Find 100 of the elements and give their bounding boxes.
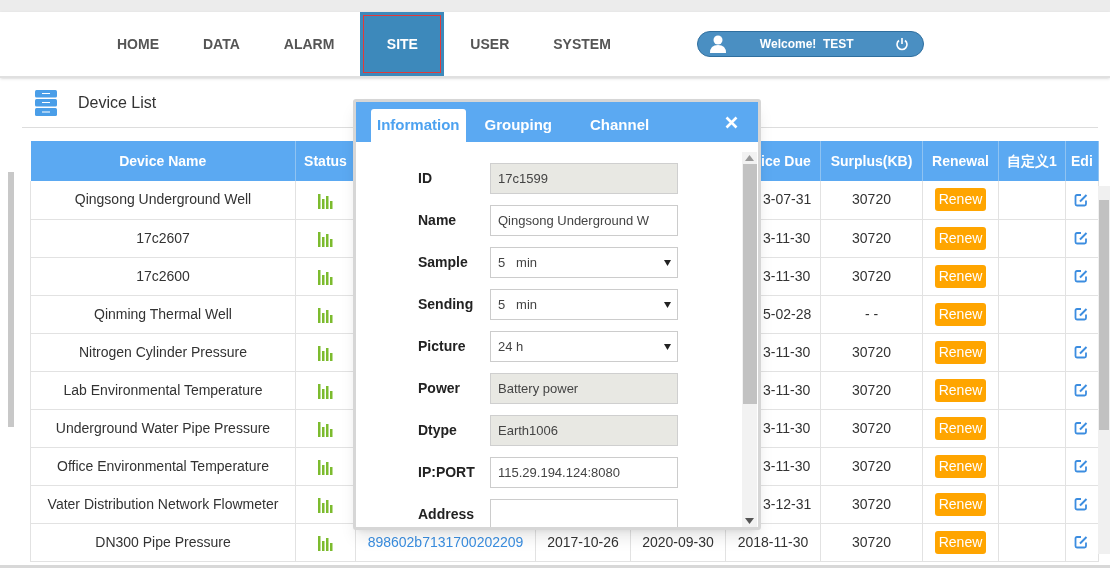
device-name: Qingsong Underground Well [74,191,252,208]
dialog-scrollbar[interactable] [742,152,757,527]
device-name: 17c2607 [136,229,190,246]
select-field[interactable]: 24 h [490,331,678,362]
renew-button[interactable]: Renew [934,188,987,212]
column-header: ice Due [761,152,811,169]
user-icon [709,35,726,53]
device-name: Qinming Thermal Well [94,305,232,322]
select-field[interactable]: 5 min [490,289,678,320]
renew-button[interactable]: Renew [934,340,987,364]
sim-number: 898602b7131700202209 [367,533,524,550]
device-name: 17c2600 [136,267,190,284]
input-field[interactable] [490,499,678,527]
horizontal-scrollbar[interactable] [0,565,1110,568]
nav-tab[interactable]: SITE [360,12,445,76]
field-label: Dtype [418,421,458,440]
nav-tab[interactable]: ALARM [261,12,357,76]
edit-icon[interactable] [1074,535,1088,549]
column-header: Edi [1071,152,1093,169]
input-field: 17c1599 [490,163,678,194]
edit-icon[interactable] [1074,307,1088,321]
field-label: IP:PORT [418,463,476,482]
renew-button[interactable]: Renew [934,492,987,516]
date-text: 3-11-30 [763,343,811,360]
renew-button[interactable]: Renew [934,264,987,288]
dropdown-arrow-icon [664,259,671,266]
field-label: Sample [418,253,469,272]
nav-tab[interactable]: DATA [181,12,262,76]
dialog-tab[interactable]: Grouping [475,109,561,142]
surplus-value: 30720 [852,343,891,360]
field-label: Sending [418,295,475,314]
bar-chart-icon[interactable] [318,458,333,475]
date-text: 3-11-30 [763,267,811,284]
bar-chart-icon[interactable] [318,534,333,551]
device-name: Vater Distribution Network Flowmeter [47,495,279,512]
nav-tab[interactable]: SYSTEM [531,12,633,76]
edit-icon[interactable] [1074,497,1088,511]
field-label: Power [418,379,461,398]
surplus-value: 30720 [852,191,891,208]
date-text: 3-12-31 [763,495,812,512]
renew-button[interactable]: Renew [934,226,987,250]
renew-button[interactable]: Renew [934,416,987,440]
renew-button[interactable]: Renew [934,530,987,554]
renew-button[interactable]: Renew [934,302,987,326]
welcome-text: Welcome! TEST [759,36,854,53]
column-header: 自定义1 [1007,152,1057,169]
column-header: Status [304,152,347,169]
surplus-value: - - [864,305,879,322]
date-text: 3-11-30 [763,419,811,436]
bar-chart-icon[interactable] [318,382,333,399]
surplus-value: 30720 [852,495,891,512]
surplus-value: 30720 [852,419,891,436]
bar-chart-icon[interactable] [318,344,333,361]
dialog-tab[interactable]: Information [371,109,466,142]
date-text: 3-11-30 [763,381,811,398]
bar-chart-icon[interactable] [318,192,333,209]
bar-chart-icon[interactable] [318,420,333,437]
field-label: Address [418,505,476,524]
input-field[interactable]: 115.29.194.124:8080 [490,457,678,488]
bar-chart-icon[interactable] [318,306,333,323]
input-field: Earth1006 [490,415,678,446]
input-field: Battery power [490,373,678,404]
device-name: Lab Environmental Temperature [63,381,263,398]
surplus-value: 30720 [852,267,891,284]
dialog-tab[interactable]: Channel [581,109,659,142]
column-header: Surplus(KB) [830,152,913,169]
nav-tab[interactable]: USER [448,12,532,76]
edit-icon[interactable] [1074,459,1088,473]
bar-chart-icon[interactable] [318,230,333,247]
input-field[interactable]: Qingsong Underground W [490,205,678,236]
renew-button[interactable]: Renew [934,378,987,402]
edit-icon[interactable] [1074,269,1088,283]
select-field[interactable]: 5 min [490,247,678,278]
date-text: 2018-11-30 [737,533,809,550]
edit-icon[interactable] [1074,383,1088,397]
power-icon[interactable] [894,37,909,51]
scroll-down-icon[interactable] [745,518,754,524]
page-scrollbar[interactable] [8,172,14,427]
close-icon[interactable] [725,116,738,129]
device-name: DN300 Pipe Pressure [95,533,231,550]
bar-chart-icon[interactable] [318,496,333,513]
scroll-up-icon[interactable] [745,155,754,161]
edit-icon[interactable] [1074,231,1088,245]
date-text: 2017-10-26 [547,533,619,550]
column-header: Renewal [932,152,989,169]
table-scrollbar[interactable] [1098,186,1110,554]
date-text: 3-11-30 [763,229,811,246]
nav-tab[interactable]: HOME [95,12,181,76]
date-text: 5-02-28 [763,305,812,322]
surplus-value: 30720 [852,457,891,474]
column-header: Device Name [119,152,207,169]
field-label: Picture [418,337,467,356]
edit-icon[interactable] [1074,192,1088,207]
surplus-value: 30720 [852,381,891,398]
bar-chart-icon[interactable] [318,268,333,285]
renew-button[interactable]: Renew [934,454,987,478]
device-name: Nitrogen Cylinder Pressure [78,343,248,360]
edit-icon[interactable] [1074,421,1088,435]
edit-icon[interactable] [1074,345,1088,359]
device-name: Underground Water Pipe Pressure [55,419,271,436]
